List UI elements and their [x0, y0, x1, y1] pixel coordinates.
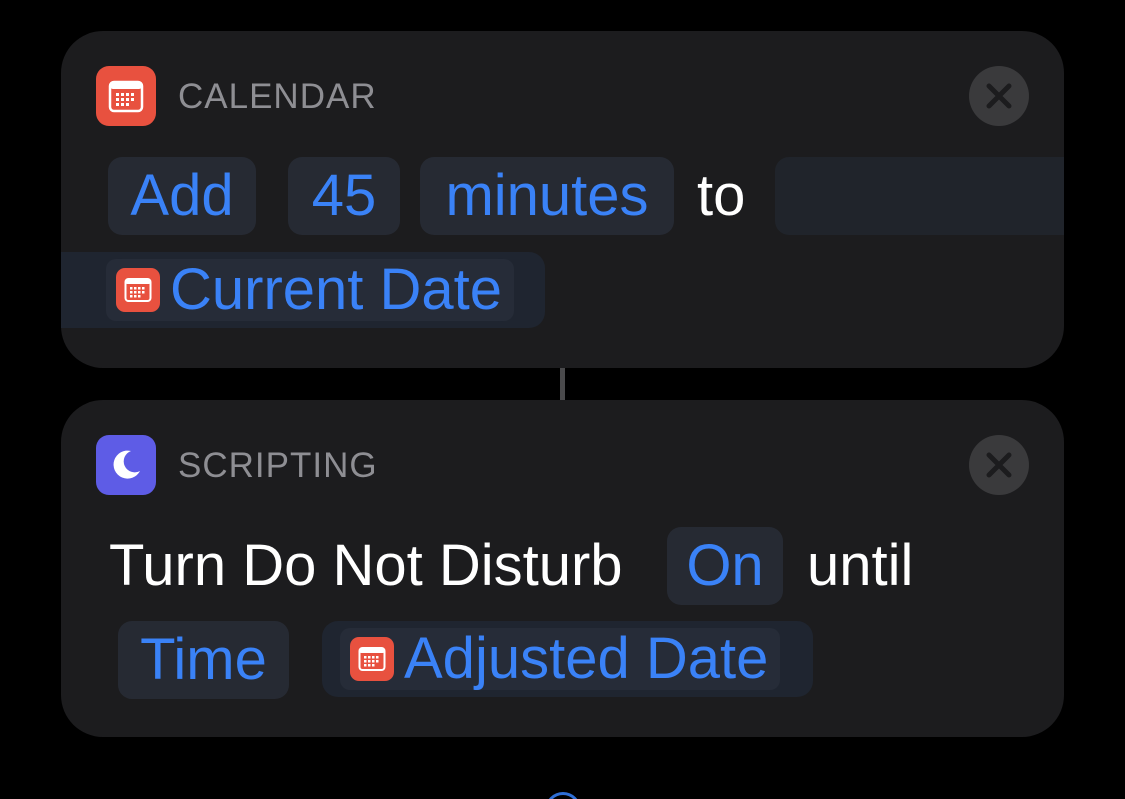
calendar-icon: [116, 268, 160, 312]
calendar-icon: [350, 637, 394, 681]
adjusted-date-pill[interactable]: Adjusted Date: [322, 621, 813, 697]
connector-word: to: [697, 163, 746, 228]
close-icon: [986, 83, 1012, 109]
close-icon: [986, 452, 1012, 478]
current-date-label: Current Date: [170, 257, 503, 322]
remove-action-button[interactable]: [969, 435, 1029, 495]
calendar-action-card: CALENDAR Add 45 minutes to Current Date: [61, 31, 1064, 368]
adjusted-date-label: Adjusted Date: [404, 626, 769, 691]
shortcut-editor: CALENDAR Add 45 minutes to Current Date …: [0, 0, 1125, 799]
until-word: until: [807, 533, 914, 598]
moon-icon: [96, 435, 156, 495]
remove-action-button[interactable]: [969, 66, 1029, 126]
scripting-action-card: SCRIPTING Turn Do Not Disturb On until T…: [61, 400, 1064, 737]
add-action-indicator[interactable]: [545, 792, 581, 799]
action-description: Turn Do Not Disturb: [109, 533, 623, 598]
mode-token[interactable]: Time: [118, 621, 289, 699]
action-category-label: CALENDAR: [178, 77, 377, 116]
operation-token[interactable]: Add: [108, 157, 256, 235]
calendar-icon: [96, 66, 156, 126]
action-category-label: SCRIPTING: [178, 446, 378, 485]
amount-token[interactable]: 45: [288, 157, 400, 235]
date-parameter-slot[interactable]: [775, 157, 1064, 235]
unit-token[interactable]: minutes: [420, 157, 674, 235]
current-date-pill[interactable]: Current Date: [106, 257, 515, 322]
state-token[interactable]: On: [667, 527, 783, 605]
action-connector-line: [560, 368, 565, 400]
